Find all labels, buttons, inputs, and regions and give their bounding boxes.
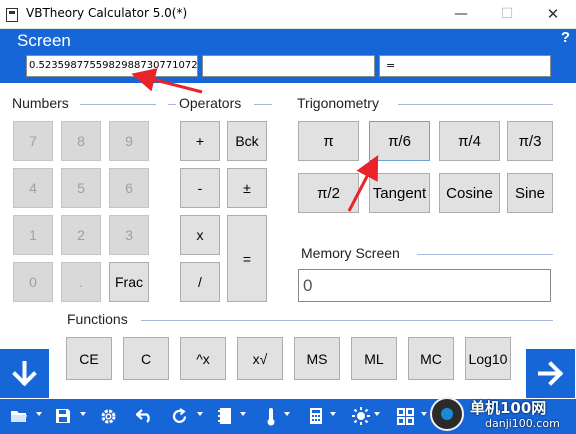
pi-over-2-button[interactable]: π/2	[298, 173, 359, 213]
minimize-button[interactable]: —	[438, 0, 484, 29]
log10-button[interactable]: Log10	[465, 337, 511, 380]
thermometer-icon[interactable]	[266, 405, 276, 427]
functions-divider	[141, 320, 553, 321]
pi-over-6-button[interactable]: π/6	[369, 121, 430, 161]
plus-minus-button[interactable]: ±	[227, 168, 267, 208]
plus-button[interactable]: +	[180, 121, 220, 161]
trigonometry-heading: Trigonometry	[297, 95, 379, 111]
digit-0-button[interactable]: 0	[13, 262, 53, 302]
operators-heading: Operators	[179, 95, 242, 111]
thermometer-caret-icon[interactable]	[284, 412, 290, 416]
digit-1-button[interactable]: 1	[13, 215, 53, 255]
title-bar[interactable]: VBTheory Calculator 5.0(*) — ☐ ✕	[0, 0, 576, 29]
pi-button[interactable]: π	[298, 121, 359, 161]
next-page-button[interactable]	[526, 349, 575, 398]
digit-7-button[interactable]: 7	[13, 121, 53, 161]
memory-clear-button[interactable]: MC	[408, 337, 454, 380]
scroll-down-button[interactable]	[0, 349, 49, 398]
functions-heading: Functions	[67, 311, 128, 327]
operators-divider-left	[168, 104, 176, 105]
arrow-right-icon	[538, 361, 564, 386]
memory-store-button[interactable]: MS	[294, 337, 340, 380]
pi-over-4-button[interactable]: π/4	[439, 121, 500, 161]
calculator-window: VBTheory Calculator 5.0(*) — ☐ ✕ Screen …	[0, 0, 576, 434]
info-icon	[430, 397, 464, 431]
trigonometry-divider	[398, 104, 553, 105]
calculator-icon[interactable]	[309, 405, 323, 427]
sine-button[interactable]: Sine	[507, 173, 553, 213]
open-folder-icon[interactable]	[10, 405, 28, 427]
memory-divider	[417, 254, 553, 255]
digit-9-button[interactable]: 9	[109, 121, 149, 161]
secondary-display[interactable]	[202, 55, 375, 77]
memory-display[interactable]: 0	[298, 269, 551, 302]
result-display[interactable]: 0.5235987755982988730771072305	[26, 55, 198, 77]
open-folder-caret-icon[interactable]	[36, 412, 42, 416]
memory-load-button[interactable]: ML	[351, 337, 397, 380]
operator-display[interactable]: =	[379, 55, 551, 77]
numbers-heading: Numbers	[12, 95, 69, 111]
sun-caret-icon[interactable]	[374, 412, 380, 416]
watermark-text: 单机100网	[470, 399, 547, 417]
clear-entry-button[interactable]: CE	[66, 337, 112, 380]
memory-heading: Memory Screen	[301, 245, 400, 261]
multiply-button[interactable]: x	[180, 215, 220, 255]
minus-button[interactable]: -	[180, 168, 220, 208]
digit-8-button[interactable]: 8	[61, 121, 101, 161]
divide-button[interactable]: /	[180, 262, 220, 302]
numbers-divider	[80, 104, 156, 105]
app-calculator-icon	[6, 8, 18, 22]
window-title: VBTheory Calculator 5.0(*)	[26, 6, 188, 20]
operators-divider-right	[254, 104, 272, 105]
screen-label: Screen	[17, 31, 71, 50]
fraction-button[interactable]: Frac	[109, 262, 149, 302]
clear-button[interactable]: C	[123, 337, 169, 380]
equals-button[interactable]: =	[227, 215, 267, 302]
refresh-caret-icon[interactable]	[197, 412, 203, 416]
watermark-logo: 单机100网 danji100.com	[430, 395, 576, 434]
settings-icon[interactable]	[100, 405, 117, 427]
digit-3-button[interactable]: 3	[109, 215, 149, 255]
arrow-down-icon	[12, 361, 37, 387]
refresh-icon[interactable]	[171, 405, 188, 427]
close-button[interactable]: ✕	[530, 0, 576, 29]
digit-2-button[interactable]: 2	[61, 215, 101, 255]
digit-5-button[interactable]: 5	[61, 168, 101, 208]
save-caret-icon[interactable]	[80, 412, 86, 416]
notebook-caret-icon[interactable]	[240, 412, 246, 416]
tangent-button[interactable]: Tangent	[369, 173, 430, 213]
cosine-button[interactable]: Cosine	[439, 173, 500, 213]
screen-panel: Screen ? 0.5235987755982988730771072305 …	[0, 29, 576, 83]
pi-over-3-button[interactable]: π/3	[507, 121, 553, 161]
sun-icon[interactable]	[352, 405, 370, 427]
watermark-subtext: danji100.com	[485, 417, 560, 430]
grid-icon[interactable]	[397, 405, 414, 427]
digit-4-button[interactable]: 4	[13, 168, 53, 208]
digit-6-button[interactable]: 6	[109, 168, 149, 208]
undo-icon[interactable]	[136, 405, 154, 427]
save-icon[interactable]	[55, 405, 71, 427]
decimal-button[interactable]: .	[61, 262, 101, 302]
notebook-icon[interactable]	[218, 405, 232, 427]
calculator-caret-icon[interactable]	[330, 412, 336, 416]
backspace-button[interactable]: Bck	[227, 121, 267, 161]
help-icon[interactable]: ?	[561, 29, 570, 46]
power-button[interactable]: ^x	[180, 337, 226, 380]
maximize-button[interactable]: ☐	[484, 0, 530, 29]
grid-caret-icon[interactable]	[421, 412, 427, 416]
root-button[interactable]: x√	[237, 337, 283, 380]
